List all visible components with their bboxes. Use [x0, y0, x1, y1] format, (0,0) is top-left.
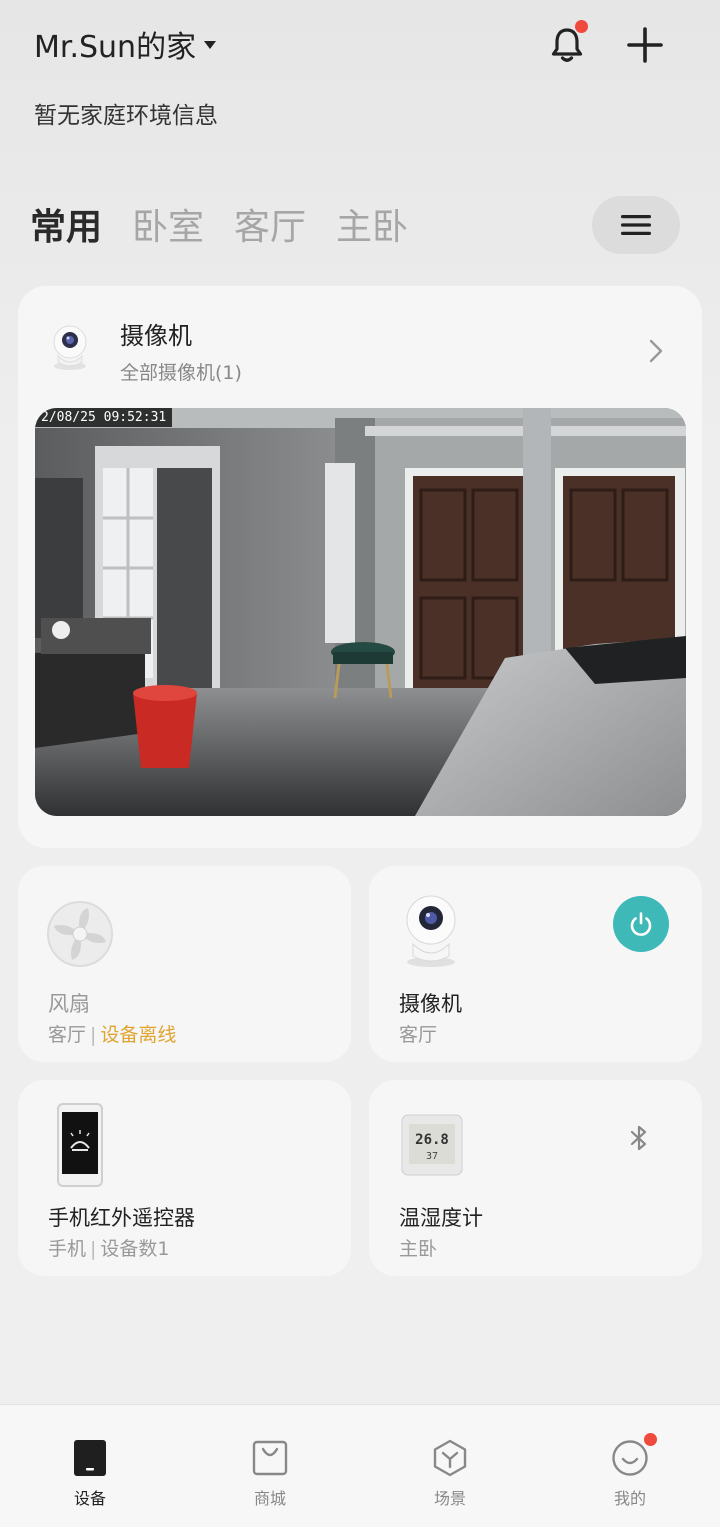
- device-meta: 手机 | 设备数1: [48, 1234, 170, 1261]
- room-tabs: 常用 卧室 客厅 主卧: [30, 200, 438, 250]
- camera-card[interactable]: 摄像机 全部摄像机(1) 2/08/25 09:52:31: [18, 286, 702, 848]
- device-tile-ir-remote[interactable]: 手机红外遥控器 手机 | 设备数1: [18, 1080, 351, 1276]
- environment-info: 暂无家庭环境信息: [34, 103, 218, 129]
- add-device-button[interactable]: [624, 24, 666, 66]
- phone-remote-icon: [57, 1103, 103, 1187]
- tab-common[interactable]: 常用: [30, 198, 102, 250]
- home-selector[interactable]: Mr.Sun的家: [34, 22, 217, 66]
- nav-scenes[interactable]: 场景: [410, 1439, 490, 1509]
- power-icon: [630, 912, 652, 936]
- camera-live-feed[interactable]: 2/08/25 09:52:31: [35, 408, 686, 816]
- device-status-offline: 设备离线: [100, 1024, 177, 1046]
- device-room: 客厅: [399, 1024, 438, 1046]
- shop-icon: [251, 1439, 289, 1477]
- nav-label: 设备: [73, 1489, 106, 1508]
- device-name: 摄像机: [399, 992, 462, 1016]
- tab-bedroom[interactable]: 卧室: [132, 198, 204, 250]
- device-room: 客厅: [48, 1024, 87, 1046]
- bottom-tab-bar: 设备 商城 场景 我的: [0, 1404, 720, 1527]
- device-count: 设备数1: [100, 1238, 170, 1260]
- nav-shop[interactable]: 商城: [230, 1439, 310, 1509]
- profile-notification-badge: [644, 1433, 657, 1446]
- nav-label: 我的: [613, 1489, 646, 1508]
- thermometer-temp-display: 26.8: [415, 1132, 449, 1148]
- plus-icon: [627, 27, 663, 63]
- device-room: 主卧: [399, 1238, 438, 1260]
- device-icon: [71, 1439, 109, 1477]
- device-tile-fan[interactable]: 风扇 客厅 | 设备离线: [18, 866, 351, 1062]
- camera-feed-image: [35, 408, 686, 816]
- device-meta: 客厅 | 设备离线: [48, 1020, 176, 1047]
- notification-badge: [575, 20, 588, 33]
- home-name: Mr.Sun的家: [34, 30, 197, 65]
- device-tile-thermometer[interactable]: 26.8 37 温湿度计 主卧: [369, 1080, 702, 1276]
- separator: |: [90, 1024, 97, 1046]
- scene-icon: [431, 1439, 469, 1477]
- caret-down-icon: [204, 41, 217, 49]
- nav-devices[interactable]: 设备: [50, 1439, 130, 1509]
- thermometer-icon: 26.8 37: [401, 1114, 463, 1176]
- header: Mr.Sun的家 暂无家庭环境信息: [0, 0, 720, 140]
- nav-label: 场景: [433, 1489, 466, 1508]
- room-menu-button[interactable]: [592, 196, 680, 254]
- camera-icon: [53, 325, 87, 370]
- device-name: 手机红外遥控器: [48, 1206, 195, 1230]
- camera-card-title: 摄像机: [120, 322, 192, 350]
- thermometer-hum-display: 37: [426, 1151, 438, 1162]
- nav-label: 商城: [253, 1489, 286, 1508]
- device-name: 温湿度计: [399, 1206, 483, 1230]
- notification-button[interactable]: [546, 20, 588, 66]
- profile-icon: [611, 1433, 657, 1477]
- bluetooth-icon: [630, 1125, 647, 1151]
- feed-timestamp: 2/08/25 09:52:31: [35, 408, 173, 427]
- camera-icon: [406, 895, 456, 967]
- camera-card-subtitle: 全部摄像机(1): [120, 362, 242, 384]
- tab-living-room[interactable]: 客厅: [234, 198, 306, 250]
- device-name: 风扇: [48, 992, 90, 1016]
- separator: |: [90, 1238, 97, 1260]
- menu-icon: [621, 215, 651, 235]
- nav-profile[interactable]: 我的: [590, 1433, 670, 1509]
- power-toggle-button[interactable]: [613, 896, 669, 952]
- chevron-right-icon[interactable]: [648, 338, 664, 364]
- tab-master-bedroom[interactable]: 主卧: [336, 198, 408, 250]
- device-room: 手机: [48, 1238, 87, 1260]
- device-tile-camera[interactable]: 摄像机 客厅: [369, 866, 702, 1062]
- fan-icon: [47, 901, 113, 967]
